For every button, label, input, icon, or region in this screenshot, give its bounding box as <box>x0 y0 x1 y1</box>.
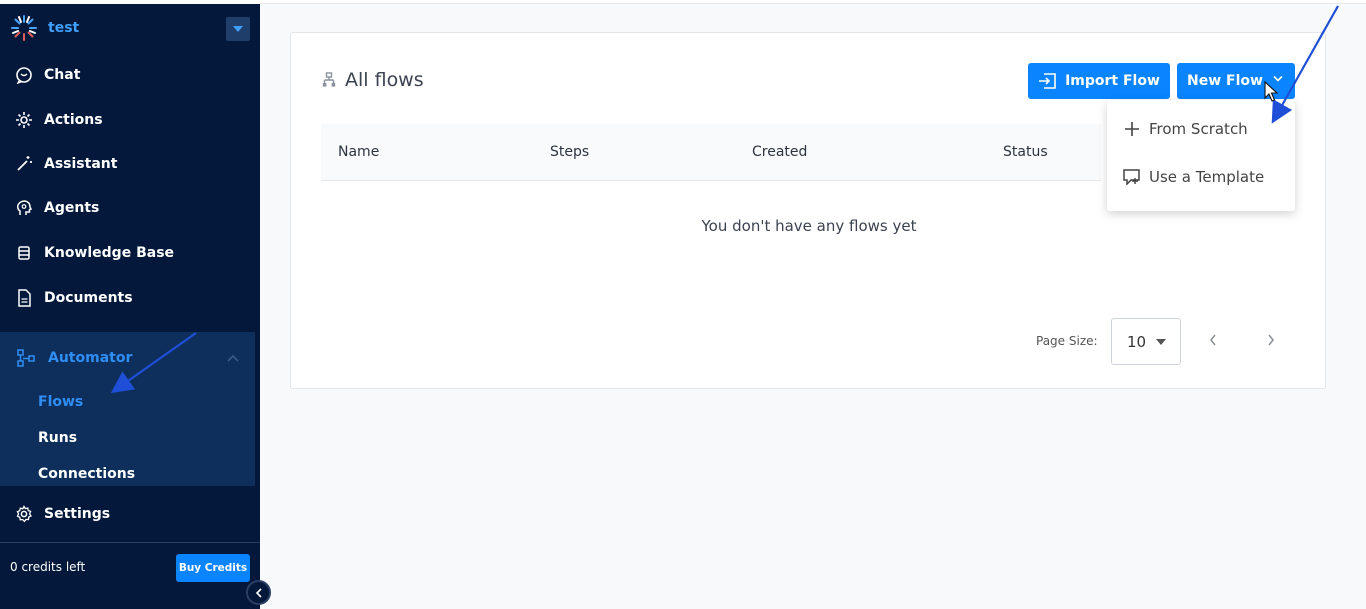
menu-item-label: Use a Template <box>1149 168 1265 186</box>
import-flow-label: Import Flow <box>1065 73 1160 89</box>
previous-page-icon[interactable] <box>1209 334 1217 346</box>
column-header-status[interactable]: Status <box>1003 144 1048 160</box>
new-flow-dropdown: From Scratch Use a Template <box>1107 100 1295 211</box>
import-flow-button[interactable]: Import Flow <box>1028 63 1170 99</box>
gear-icon <box>14 504 34 524</box>
sidebar-top-band <box>0 0 260 4</box>
database-icon <box>14 243 34 263</box>
empty-state-message: You don't have any flows yet <box>701 217 917 235</box>
top-bar <box>260 0 1366 4</box>
sidebar-item-label: Knowledge Base <box>44 245 175 261</box>
actions-icon <box>14 110 34 130</box>
sidebar-item-documents[interactable]: Documents <box>0 278 255 318</box>
new-flow-label: New Flow <box>1187 73 1263 89</box>
sidebar-item-label: Chat <box>44 67 81 83</box>
sidebar-item-label: Settings <box>44 506 111 522</box>
flow-diagram-icon <box>16 348 36 368</box>
page-size-value: 10 <box>1127 332 1147 351</box>
sidebar-item-automator[interactable]: Automator <box>0 338 255 378</box>
sidebar: test Chat Actions Assistant Agents Knowl… <box>0 0 260 609</box>
menu-item-from-scratch[interactable]: From Scratch <box>1123 120 1248 138</box>
chat-icon <box>14 65 34 85</box>
buy-credits-button[interactable]: Buy Credits <box>176 554 250 582</box>
template-icon <box>1123 168 1141 186</box>
workspace-switcher[interactable]: test <box>10 14 250 42</box>
sidebar-item-label: Agents <box>44 200 100 216</box>
workspace-logo-icon <box>10 14 38 42</box>
plus-icon <box>1123 120 1141 138</box>
page-title-text: All flows <box>345 69 424 91</box>
automator-label: Automator <box>48 350 133 366</box>
chevron-left-icon <box>255 587 262 598</box>
sidebar-item-label: Actions <box>44 112 103 128</box>
sidebar-item-settings[interactable]: Settings <box>0 494 255 534</box>
automator-section: Automator Flows Runs Connections <box>0 332 255 486</box>
sidebar-item-label: Documents <box>44 290 133 306</box>
new-flow-button[interactable]: New Flow <box>1177 63 1295 99</box>
menu-item-use-template[interactable]: Use a Template <box>1123 168 1264 186</box>
collapse-sidebar-button[interactable] <box>246 580 271 605</box>
sidebar-subitem-flows[interactable]: Flows <box>38 394 83 410</box>
column-header-steps[interactable]: Steps <box>550 144 589 160</box>
flow-icon <box>321 72 337 88</box>
sidebar-item-chat[interactable]: Chat <box>0 55 255 95</box>
magic-wand-icon <box>14 154 34 174</box>
workspace-dropdown-icon[interactable] <box>226 17 250 41</box>
column-header-name[interactable]: Name <box>338 144 379 160</box>
sidebar-item-knowledge-base[interactable]: Knowledge Base <box>0 233 255 273</box>
document-icon <box>14 288 34 308</box>
table-header: Name Steps Created Status <box>321 124 1101 181</box>
sidebar-item-actions[interactable]: Actions <box>0 100 255 140</box>
page-title: All flows <box>321 69 424 91</box>
sidebar-item-label: Assistant <box>44 156 118 172</box>
page-size-label: Page Size: <box>1036 334 1098 348</box>
sidebar-subitem-runs[interactable]: Runs <box>38 430 77 446</box>
sidebar-subitem-connections[interactable]: Connections <box>38 466 135 482</box>
next-page-icon[interactable] <box>1267 334 1275 346</box>
column-header-created[interactable]: Created <box>752 144 807 160</box>
sidebar-item-assistant[interactable]: Assistant <box>0 144 255 184</box>
import-icon <box>1038 73 1056 89</box>
chevron-up-icon[interactable] <box>227 350 239 366</box>
caret-down-icon <box>1156 339 1166 345</box>
menu-item-label: From Scratch <box>1149 120 1248 138</box>
chevron-down-icon <box>1273 75 1283 82</box>
credits-remaining: 0 credits left <box>10 560 86 574</box>
sidebar-divider <box>0 542 260 543</box>
agent-head-icon <box>14 198 34 218</box>
sidebar-item-agents[interactable]: Agents <box>0 188 255 228</box>
workspace-name: test <box>48 20 80 36</box>
page-size-select[interactable]: 10 <box>1111 318 1181 365</box>
